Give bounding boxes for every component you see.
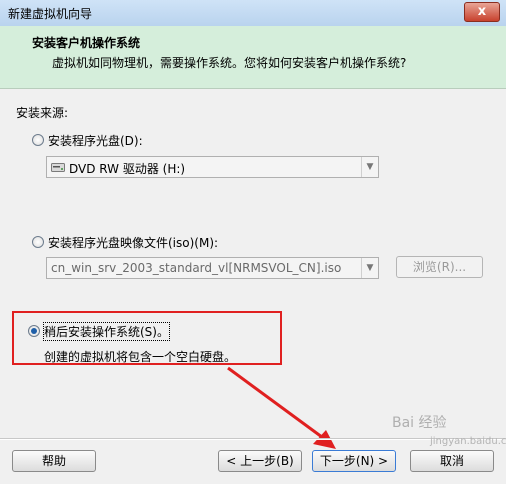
back-button[interactable]: < 上一步(B) — [218, 450, 302, 472]
watermark-logo: Bai 经验 — [392, 415, 447, 431]
watermark-url: jingyan.baidu.com — [430, 436, 506, 447]
help-button[interactable]: 帮助 — [12, 450, 96, 472]
next-button[interactable]: 下一步(N) > — [312, 450, 396, 472]
cancel-button[interactable]: 取消 — [410, 450, 494, 472]
